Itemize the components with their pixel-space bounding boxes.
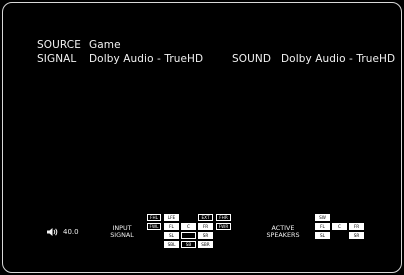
volume-indicator: 40.0 bbox=[46, 227, 79, 237]
channel-fl: FL bbox=[164, 223, 179, 230]
active-speakers-label-line2: SPEAKERS bbox=[266, 231, 300, 240]
channel-fwl: FWL bbox=[147, 223, 161, 230]
channel-sr: SR bbox=[198, 232, 213, 239]
source-value: Game bbox=[89, 39, 121, 51]
channel-ext: EXT bbox=[198, 214, 213, 221]
channel-sbl: SBL bbox=[164, 241, 179, 248]
channel-sb: SB bbox=[181, 241, 196, 248]
channel-lfe: LFE bbox=[164, 214, 179, 221]
input-signal-label: INPUT SIGNAL bbox=[104, 224, 140, 240]
audio-status-screen: SOURCE Game SIGNAL Dolby Audio - TrueHD … bbox=[0, 0, 404, 275]
signal-label: SIGNAL bbox=[37, 53, 77, 65]
channel-blank bbox=[181, 232, 196, 239]
speaker-sl: SL bbox=[315, 232, 330, 239]
volume-value: 40.0 bbox=[63, 228, 79, 236]
channel-sbr: SBR bbox=[198, 241, 213, 248]
speaker-fl: FL bbox=[315, 223, 330, 230]
speaker-fr: FR bbox=[349, 223, 364, 230]
speaker-c: C bbox=[332, 223, 347, 230]
input-signal-label-line2: SIGNAL bbox=[110, 231, 134, 240]
sound-label: SOUND bbox=[232, 53, 272, 65]
speaker-sw: SW bbox=[315, 214, 330, 221]
speaker-icon bbox=[46, 227, 58, 237]
channel-sl: SL bbox=[164, 232, 179, 239]
channel-fhl: FHL bbox=[147, 214, 161, 221]
signal-value: Dolby Audio - TrueHD bbox=[89, 53, 204, 65]
channel-c: C bbox=[181, 223, 196, 230]
source-label: SOURCE bbox=[37, 39, 81, 51]
speaker-sr: SR bbox=[349, 232, 364, 239]
channel-fr: FR bbox=[198, 223, 213, 230]
channel-fhr: FHR bbox=[216, 214, 231, 221]
active-speakers-label: ACTIVE SPEAKERS bbox=[260, 224, 306, 240]
sound-value: Dolby Audio - TrueHD bbox=[281, 53, 396, 65]
channel-fwr: FWR bbox=[216, 223, 231, 230]
